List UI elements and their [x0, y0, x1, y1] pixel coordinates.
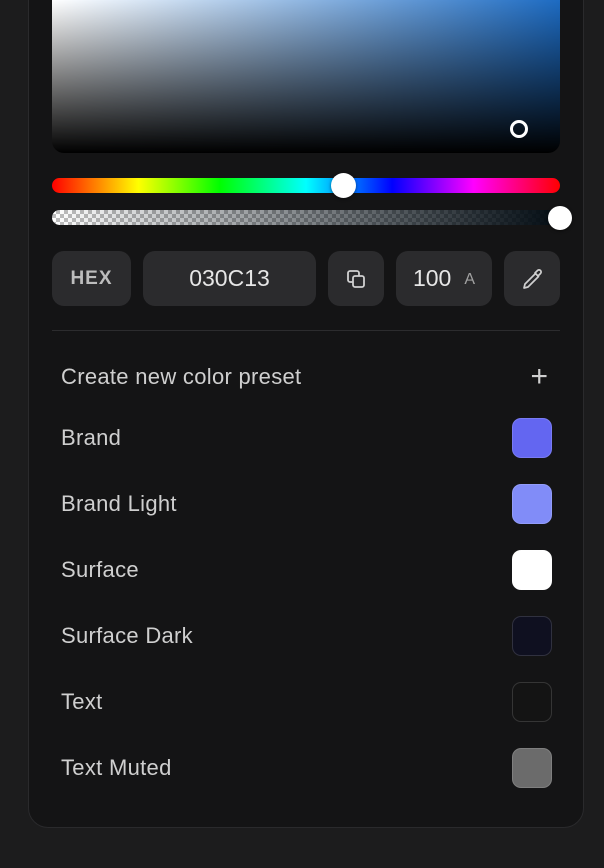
color-swatch [512, 484, 552, 524]
preset-label: Text [61, 689, 103, 714]
preset-item-surface[interactable]: Surface [61, 550, 552, 590]
create-preset-label: Create new color preset [61, 364, 302, 389]
hue-slider-handle[interactable] [331, 173, 356, 198]
alpha-slider-handle[interactable] [548, 206, 572, 230]
preset-item-surface-dark[interactable]: Surface Dark [61, 616, 552, 656]
preset-item-brand[interactable]: Brand [61, 418, 552, 458]
alpha-unit-label: A [464, 270, 476, 288]
eyedropper-icon [523, 268, 542, 289]
alpha-input[interactable]: 100 A [396, 251, 492, 306]
color-swatch [512, 550, 552, 590]
preset-item-text-muted[interactable]: Text Muted [61, 748, 552, 788]
plus-icon: + [530, 360, 548, 393]
saturation-value-handle[interactable] [510, 120, 528, 138]
color-swatch [512, 418, 552, 458]
preset-label: Surface [61, 557, 139, 582]
color-swatch [512, 682, 552, 722]
color-mode-button[interactable]: HEX [52, 251, 131, 306]
divider [52, 330, 560, 331]
color-mode-label: HEX [70, 267, 113, 289]
eyedropper-button[interactable] [504, 251, 560, 306]
saturation-value-area[interactable] [52, 0, 560, 153]
create-preset-button[interactable]: Create new color preset + [61, 357, 552, 397]
preset-label: Text Muted [61, 755, 172, 780]
alpha-value: 100 [412, 265, 452, 291]
preset-item-text[interactable]: Text [61, 682, 552, 722]
alpha-slider[interactable] [52, 210, 560, 225]
preset-label: Surface Dark [61, 623, 193, 648]
preset-label: Brand Light [61, 491, 177, 516]
copy-icon [347, 269, 365, 288]
copy-button[interactable] [328, 251, 384, 306]
color-swatch [512, 616, 552, 656]
preset-label: Brand [61, 425, 122, 450]
hue-slider[interactable] [52, 178, 560, 193]
alpha-gradient [52, 210, 560, 225]
preset-item-brand-light[interactable]: Brand Light [61, 484, 552, 524]
color-swatch [512, 748, 552, 788]
hex-value: 030C13 [189, 265, 270, 291]
hex-input[interactable]: 030C13 [143, 251, 316, 306]
